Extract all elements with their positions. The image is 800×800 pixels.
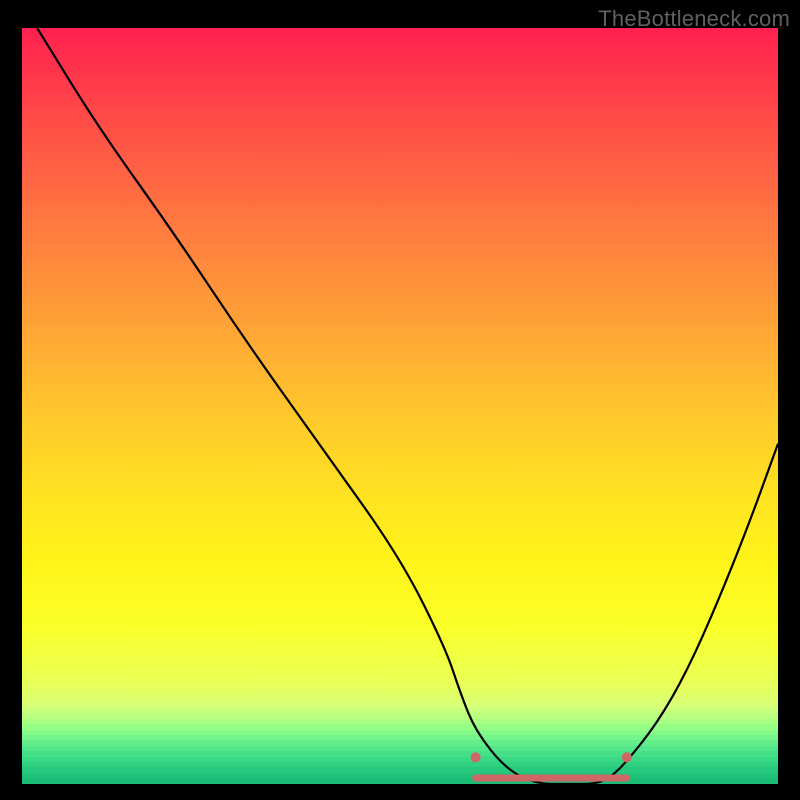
plot-area: [22, 28, 778, 784]
watermark-text: TheBottleneck.com: [598, 6, 790, 32]
curve-overlay: [22, 28, 778, 784]
highlight-dot-right: [622, 752, 632, 762]
chart-container: TheBottleneck.com: [0, 0, 800, 800]
bottleneck-curve-line: [37, 28, 778, 784]
highlight-dot-left: [471, 752, 481, 762]
